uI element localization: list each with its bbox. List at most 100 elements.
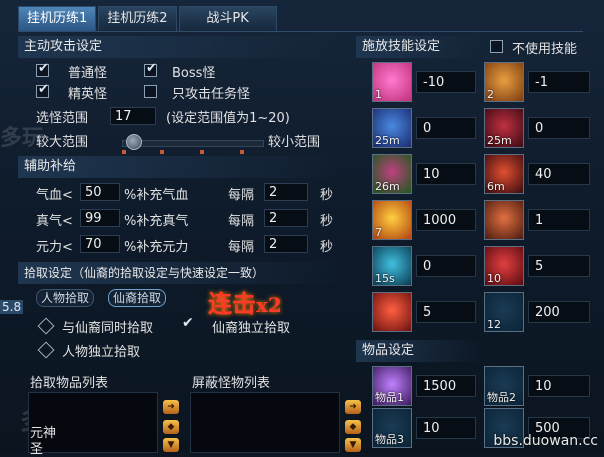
skill-slot-caption: 7 bbox=[375, 226, 382, 239]
skill-value-input[interactable]: -10 bbox=[416, 71, 476, 93]
yuanli-threshold-input[interactable]: 70 bbox=[80, 235, 120, 253]
skill-section-title: 施放技能设定 bbox=[356, 36, 482, 58]
combo-count: x2 bbox=[256, 293, 282, 317]
skill-value-input[interactable]: 200 bbox=[528, 301, 590, 323]
mp-threshold-input[interactable]: 99 bbox=[80, 209, 120, 227]
skill-value-input[interactable]: 5 bbox=[528, 255, 590, 277]
quest-only-checkbox[interactable] bbox=[144, 85, 157, 98]
hp-unit: 秒 bbox=[320, 188, 334, 203]
remove-pickup-arrow-button[interactable]: ◆ bbox=[163, 420, 179, 434]
range-label: 选怪范围 bbox=[36, 111, 89, 126]
combo-overlay: 连击x2 bbox=[208, 284, 282, 319]
remove-block-arrow-button[interactable]: ◆ bbox=[345, 420, 361, 434]
range-slider[interactable] bbox=[122, 140, 264, 147]
skill-value-input[interactable]: 0 bbox=[528, 117, 590, 139]
skill-slot-caption: 10 bbox=[487, 272, 501, 285]
yuanli-suffix: %补充元力 bbox=[124, 240, 189, 255]
skill-slot[interactable] bbox=[484, 200, 524, 240]
mp-label: 真气< bbox=[36, 214, 73, 229]
block-monster-list[interactable] bbox=[190, 392, 340, 453]
item-slot[interactable]: 物品3 bbox=[372, 408, 412, 448]
item-value-input[interactable]: 10 bbox=[528, 375, 590, 397]
hp-label: 气血< bbox=[36, 188, 73, 203]
mp-suffix: %补充真气 bbox=[124, 214, 189, 229]
skill-slot[interactable]: 6m bbox=[484, 154, 524, 194]
boss-monster-label: Boss怪 bbox=[172, 66, 216, 81]
check-icon: ✔ bbox=[38, 82, 49, 97]
tab-bar: 挂机历练1 挂机历练2 战斗PK bbox=[18, 6, 279, 32]
tab-person-pickup[interactable]: 人物拾取 bbox=[36, 289, 95, 307]
small-range-label: 较小范围 bbox=[268, 135, 321, 150]
item-value-input[interactable]: 10 bbox=[416, 417, 476, 439]
skill-slot-caption: 25m bbox=[375, 134, 400, 147]
mp-unit: 秒 bbox=[320, 214, 334, 229]
item-slot[interactable]: 物品2 bbox=[484, 366, 524, 406]
skill-value-input[interactable]: 40 bbox=[528, 163, 590, 185]
item-slot[interactable]: 物品1 bbox=[372, 366, 412, 406]
skill-value-input[interactable]: 1000 bbox=[416, 209, 476, 231]
normal-monster-label: 普通怪 bbox=[68, 66, 108, 81]
add-block-arrow-button[interactable]: ➜ bbox=[345, 400, 361, 414]
fairy-independent-label: 仙裔独立拾取 bbox=[212, 321, 291, 336]
item-section-title: 物品设定 bbox=[356, 340, 482, 362]
check-icon[interactable]: ✔ bbox=[182, 315, 194, 331]
slider-tick bbox=[200, 150, 204, 154]
yuanli-label: 元力< bbox=[36, 240, 73, 255]
tab-fairy-pickup[interactable]: 仙裔拾取 bbox=[108, 289, 167, 307]
skill-value-input[interactable]: -1 bbox=[528, 71, 590, 93]
skill-value-input[interactable]: 1 bbox=[528, 209, 590, 231]
pickup-list-title: 拾取物品列表 bbox=[30, 376, 109, 391]
item-value-input[interactable]: 1500 bbox=[416, 375, 476, 397]
add-pickup-arrow-button[interactable]: ➜ bbox=[163, 400, 179, 414]
no-skill-label: 不使用技能 bbox=[512, 42, 578, 57]
item-slot-caption: 物品2 bbox=[487, 391, 516, 404]
skill-slot[interactable]: 25m bbox=[484, 108, 524, 148]
skill-slot-caption: 26m bbox=[375, 180, 400, 193]
yuanli-interval-input[interactable]: 2 bbox=[264, 235, 308, 253]
normal-monster-checkbox[interactable]: ✔ bbox=[36, 61, 49, 77]
skill-slot[interactable]: 2 bbox=[484, 62, 524, 102]
scroll-pickup-arrow-button[interactable]: ▼ bbox=[163, 438, 179, 452]
tab-pk[interactable]: 战斗PK bbox=[178, 6, 277, 31]
large-range-label: 较大范围 bbox=[36, 135, 89, 150]
scroll-block-arrow-button[interactable]: ▼ bbox=[345, 438, 361, 452]
skill-slot-caption: 15s bbox=[375, 272, 395, 285]
boss-monster-checkbox[interactable]: ✔ bbox=[144, 61, 157, 77]
skill-slot-caption: 2 bbox=[487, 88, 494, 101]
elite-monster-label: 精英怪 bbox=[68, 87, 108, 102]
range-slider-handle[interactable] bbox=[126, 134, 142, 150]
skill-slot[interactable]: 25m bbox=[372, 108, 412, 148]
skill-slot[interactable]: 15s bbox=[372, 246, 412, 286]
no-skill-checkbox[interactable] bbox=[490, 40, 503, 53]
tab-hook-1[interactable]: 挂机历练1 bbox=[18, 6, 97, 31]
range-input[interactable]: 17 bbox=[110, 107, 156, 125]
footer-watermark: bbs.duowan.cc bbox=[493, 433, 598, 449]
skill-slot[interactable] bbox=[372, 292, 412, 332]
skill-slot-caption: 1 bbox=[375, 88, 382, 101]
elite-monster-checkbox[interactable]: ✔ bbox=[36, 82, 49, 98]
skill-value-input[interactable]: 5 bbox=[416, 301, 476, 323]
skill-slot[interactable]: 10 bbox=[484, 246, 524, 286]
range-hint: (设定范围值为1~20) bbox=[166, 111, 290, 126]
yuanli-every-label: 每隔 bbox=[228, 240, 255, 255]
supply-section-title: 辅助补给 bbox=[18, 156, 344, 178]
skill-value-input[interactable]: 0 bbox=[416, 117, 476, 139]
check-icon: ✔ bbox=[146, 61, 157, 76]
skill-value-input[interactable]: 0 bbox=[416, 255, 476, 277]
pickup-together-label: 与仙裔同时拾取 bbox=[62, 321, 154, 336]
hp-interval-input[interactable]: 2 bbox=[264, 183, 308, 201]
skill-slot-caption: 25m bbox=[487, 134, 512, 147]
mp-interval-input[interactable]: 2 bbox=[264, 209, 308, 227]
skill-slot[interactable]: 26m bbox=[372, 154, 412, 194]
skill-slot[interactable]: 12 bbox=[484, 292, 524, 332]
skill-slot[interactable]: 1 bbox=[372, 62, 412, 102]
combo-text: 连击 bbox=[208, 289, 256, 318]
skill-slot[interactable]: 7 bbox=[372, 200, 412, 240]
skill-value-input[interactable]: 10 bbox=[416, 163, 476, 185]
skill-slot-caption: 12 bbox=[487, 318, 501, 331]
list-item[interactable]: 圣 bbox=[30, 438, 43, 457]
hp-threshold-input[interactable]: 50 bbox=[80, 183, 120, 201]
person-independent-label: 人物独立拾取 bbox=[62, 345, 141, 360]
attack-section-title: 主动攻击设定 bbox=[18, 36, 344, 58]
tab-hook-2[interactable]: 挂机历练2 bbox=[98, 6, 177, 31]
